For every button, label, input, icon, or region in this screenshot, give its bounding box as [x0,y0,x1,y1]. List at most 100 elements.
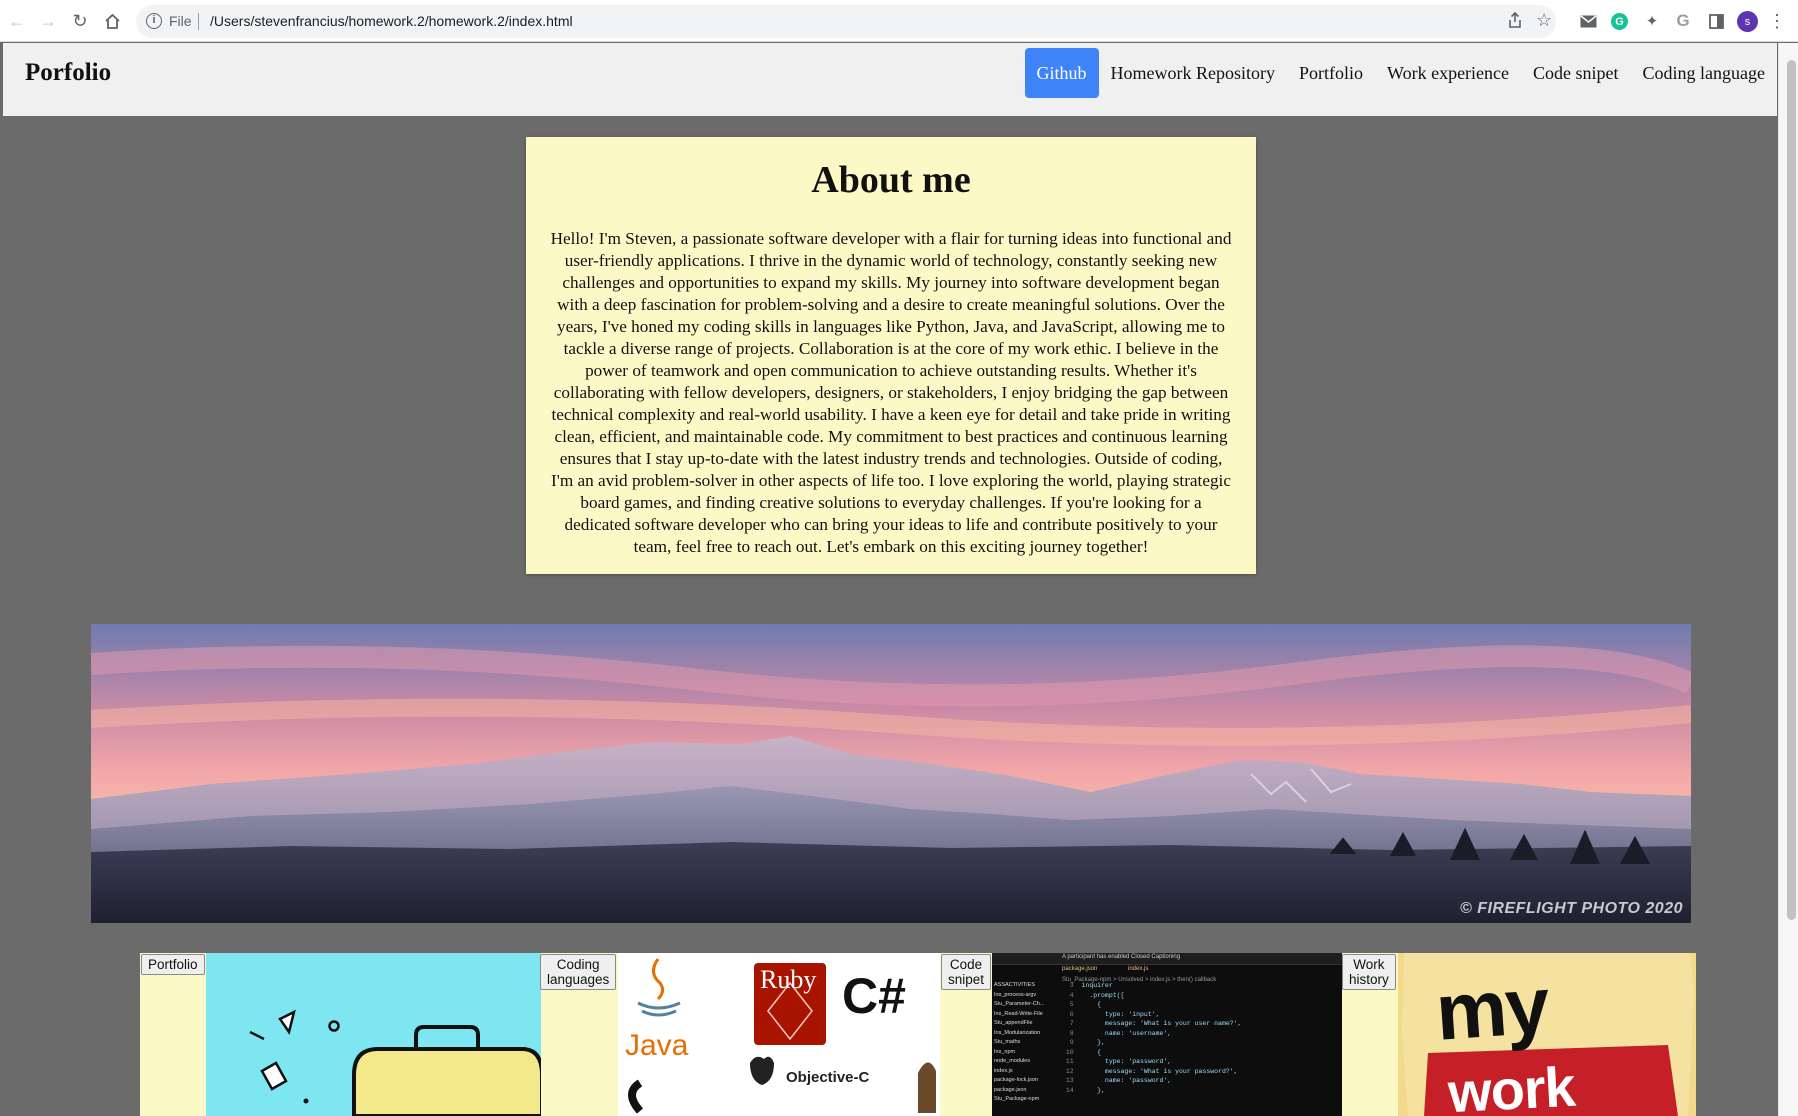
line-number: 11 [1062,1058,1082,1065]
about-text: Hello! I'm Steven, a passionate software… [550,229,1232,556]
file-tree-item[interactable]: Stu_Package-npm [994,1095,1056,1105]
code-snipet-button[interactable]: Code snipet [941,954,992,990]
code-text: { [1081,1048,1102,1056]
line-number: 10 [1062,1048,1082,1056]
banner-watermark: © FIREFLIGHT PHOTO 2020 [1459,900,1683,917]
line-number: 4 [1062,991,1082,999]
share-icon[interactable] [1508,11,1522,33]
file-label: File [169,13,192,29]
line-number: 7 [1062,1020,1082,1027]
code-line: 13 name: 'password', [1062,1076,1342,1086]
code-text: type: 'password', [1081,1058,1172,1065]
code-text: }, [1081,1086,1105,1094]
nav-github[interactable]: Github [1024,48,1099,98]
code-tab-index-js[interactable]: index.js [1128,966,1148,972]
brand-title[interactable]: Porfolio [25,59,111,87]
code-text: name: 'username', [1081,1029,1172,1037]
work-image-text-work: work [1446,1054,1577,1116]
file-tree-item[interactable]: Ins_process-argv [994,991,1056,1001]
code-line: 8 name: 'username', [1062,1029,1342,1039]
code-text: message: 'What is your user name?', [1081,1020,1242,1027]
code-line: 5 { [1062,1000,1342,1010]
work-history-image[interactable]: my work [1398,953,1696,1116]
line-number: 14 [1062,1086,1082,1094]
code-line: 7 message: 'What is your user name?', [1062,1019,1342,1029]
file-tree-item[interactable]: Stu_maths [994,1038,1056,1048]
coding-languages-button[interactable]: Coding languages [540,954,617,990]
google-icon[interactable]: G [1673,11,1693,31]
forward-arrow-icon[interactable]: → [37,10,59,32]
menu-dots-icon[interactable]: ⋮ [1767,11,1787,31]
sidebar-icon[interactable] [1706,11,1726,31]
file-tree-item[interactable]: Stu_Parameter-Ch... [994,1000,1056,1010]
code-text: inquirer [1081,982,1113,989]
file-tree-item[interactable]: node_modules [994,1057,1056,1067]
code-line: 12 message: 'What is your password?', [1062,1067,1342,1077]
address-bar[interactable]: i File /Users/stevenfrancius/homework.2/… [136,5,1556,38]
objective-c-logo-text: Objective-C [786,1069,870,1086]
nav-work-experience[interactable]: Work experience [1375,48,1521,98]
avatar[interactable]: s [1737,11,1758,32]
reload-icon[interactable]: ↻ [69,10,91,32]
gallery: Portfolio Coding languages Java Ruby C# … [140,953,1696,1116]
url-text[interactable]: /Users/stevenfrancius/homework.2/homewor… [210,13,573,29]
portfolio-image[interactable] [206,953,541,1116]
line-number: 5 [1062,1001,1082,1008]
nav-code-snipet[interactable]: Code snipet [1521,48,1631,98]
star-icon[interactable]: ☆ [1536,10,1552,31]
code-text: type: 'input', [1081,1010,1160,1018]
line-number: 6 [1062,1010,1082,1018]
file-tree-item[interactable]: package-lock.json [994,1076,1056,1086]
line-number: 12 [1062,1067,1082,1075]
file-tree-item[interactable]: Stu_appendFile [994,1019,1056,1029]
file-tree-item[interactable]: ASSACTIVITIES [994,981,1056,991]
code-line: 4 .prompt([ [1062,991,1342,1001]
nav-homework-repository[interactable]: Homework Repository [1099,48,1287,98]
work-image-text-my: my [1432,960,1551,1057]
caption-notice: A participant has enabled Closed Caption… [1062,954,1181,960]
info-icon[interactable]: i [146,13,162,29]
line-number: 3 [1062,982,1082,989]
home-icon[interactable] [101,10,123,32]
puzzle-icon[interactable]: ✦ [1642,11,1662,31]
coding-languages-image[interactable]: Java Ruby C# Objective-C [618,953,940,1116]
code-line: 3 inquirer [1062,981,1342,991]
ruby-logo-text: Ruby [760,965,817,994]
code-text: { [1081,1001,1102,1008]
file-tree-item[interactable]: Ins_Modularization [994,1029,1056,1039]
java-logo-text: Java [625,1029,689,1062]
nav-coding-language[interactable]: Coding language [1631,48,1777,98]
portfolio-button[interactable]: Portfolio [141,954,205,975]
line-number: 8 [1062,1029,1082,1037]
code-tab-package-json[interactable]: package.json [1062,966,1097,972]
about-section: About me Hello! I'm Steven, a passionate… [526,137,1256,574]
file-tree-item[interactable]: index.js [994,1067,1056,1077]
mail-icon[interactable] [1578,11,1598,31]
work-history-button[interactable]: Work history [1342,954,1396,990]
file-tree-item[interactable]: Ins_Read-Write-File [994,1010,1056,1020]
back-arrow-icon[interactable]: ← [6,10,28,32]
code-text: message: 'What is your password?', [1081,1067,1238,1075]
line-number: 13 [1062,1077,1082,1084]
main-nav: Github Homework Repository Portfolio Wor… [1024,48,1777,98]
file-tree-item[interactable]: package.json [994,1086,1056,1096]
code-line: 11 type: 'password', [1062,1057,1342,1067]
site-header: Porfolio Github Homework Repository Port… [3,43,1777,116]
nav-portfolio[interactable]: Portfolio [1287,48,1375,98]
browser-toolbar: ← → ↻ i File /Users/stevenfrancius/homew… [0,0,1798,42]
code-line: 10 { [1062,1048,1342,1058]
code-text: .prompt([ [1081,991,1125,999]
code-text: }, [1081,1039,1105,1046]
file-tree-item[interactable]: Ins_npm [994,1048,1056,1058]
banner-image: © FIREFLIGHT PHOTO 2020 [91,624,1691,923]
code-editor: 3 inquirer 4 .prompt([ 5 { 6 type: 'inpu… [1062,981,1342,1095]
address-divider [198,13,199,30]
code-text: name: 'password', [1081,1077,1172,1084]
code-line: 14 }, [1062,1086,1342,1096]
about-title: About me [811,159,971,201]
grammarly-icon[interactable]: G [1611,13,1628,30]
code-snipet-image[interactable]: A participant has enabled Closed Caption… [992,953,1342,1116]
file-explorer: ASSACTIVITIES Ins_process-argv Stu_Paramet… [994,981,1056,1105]
scrollbar-thumb[interactable] [1787,60,1796,920]
code-line: 9 }, [1062,1038,1342,1048]
